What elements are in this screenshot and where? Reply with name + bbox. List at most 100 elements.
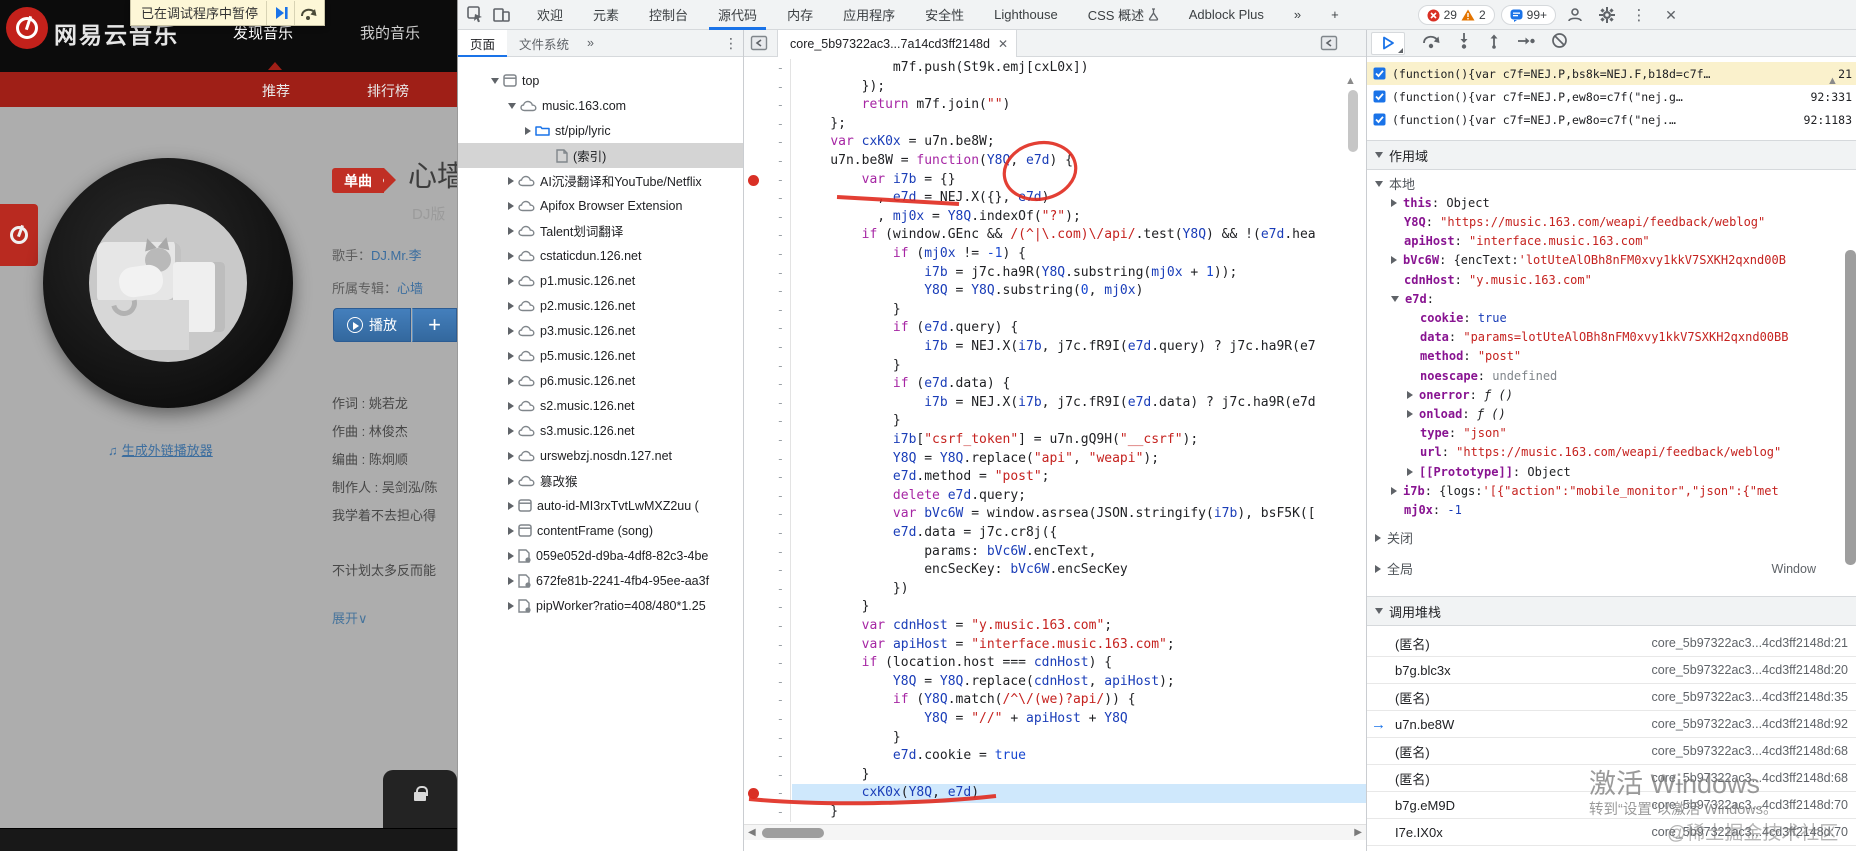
- step-into-button[interactable]: [1457, 32, 1471, 54]
- scope-var-onload[interactable]: onload: ƒ (): [1367, 404, 1842, 423]
- scope-var-this[interactable]: this: Object: [1367, 193, 1842, 212]
- resume-button[interactable]: [1371, 31, 1405, 55]
- player-bar[interactable]: [0, 828, 457, 851]
- line-gutter[interactable]: -: [744, 245, 791, 264]
- expander-closed-icon[interactable]: [508, 301, 514, 310]
- scope-var-url[interactable]: url: "https://music.163.com/weapi/feedba…: [1367, 443, 1842, 462]
- editor-scroll-up-icon[interactable]: ▲: [1345, 75, 1356, 87]
- line-gutter[interactable]: -: [744, 672, 791, 692]
- hide-debugger-sidebar-icon[interactable]: [1320, 34, 1338, 57]
- tree-item-s3.music.126.net[interactable]: s3.music.126.net: [458, 418, 743, 443]
- line-gutter[interactable]: -: [744, 561, 791, 580]
- breakpoint-entry[interactable]: (function(){var c7f=NEJ.P,bs8k=NEJ.F,b18…: [1367, 62, 1856, 85]
- devtools-tab-安全性[interactable]: 安全性: [910, 0, 979, 30]
- code-line[interactable]: - }: [744, 803, 1366, 822]
- scope-var-mj0x[interactable]: mj0x: -1: [1367, 500, 1842, 519]
- tree-item-Talent划词翻译[interactable]: Talent划词翻译: [458, 218, 743, 243]
- sidebar-scrollbar[interactable]: [1845, 250, 1856, 565]
- resume-script-button[interactable]: [266, 0, 294, 25]
- expander-closed-icon[interactable]: [508, 476, 514, 485]
- scroll-right-icon[interactable]: ▶: [1354, 827, 1362, 838]
- inspect-element-icon[interactable]: [462, 2, 488, 28]
- expander-closed-icon[interactable]: [508, 376, 514, 385]
- breakpoint-checkbox[interactable]: [1373, 67, 1386, 80]
- line-gutter[interactable]: -: [744, 412, 791, 431]
- devtools-tab-应用程序[interactable]: 应用程序: [828, 0, 910, 30]
- devtools-tab-内存[interactable]: 内存: [772, 0, 828, 30]
- line-gutter[interactable]: -: [744, 133, 791, 152]
- breakpoint-entry[interactable]: (function(){var c7f=NEJ.P,ew8o=c7f("nej.…: [1367, 108, 1856, 131]
- code-line[interactable]: - params: bVc6W.encText,: [744, 542, 1366, 562]
- code-line[interactable]: - i7b["csrf_token"] = u7n.gQ9H("__csrf")…: [744, 431, 1366, 450]
- line-gutter[interactable]: -: [744, 356, 791, 376]
- tree-item-篡改猴[interactable]: 篡改猴: [458, 468, 743, 493]
- code-line[interactable]: - Y8Q = Y8Q.replace(cdnHost, apiHost);: [744, 672, 1366, 692]
- breakpoint-dot-icon[interactable]: [748, 174, 759, 186]
- line-gutter[interactable]: -: [744, 59, 791, 78]
- devtools-tab-CSS 概述[interactable]: CSS 概述: [1073, 0, 1174, 30]
- artist-link[interactable]: DJ.Mr.李: [371, 248, 422, 263]
- line-gutter[interactable]: -: [744, 300, 791, 320]
- code-line[interactable]: - var cdnHost = "y.music.163.com";: [744, 617, 1366, 636]
- source-code-view[interactable]: - m7f.push(St9k.emj[cxL0x]) - }); - return…: [744, 57, 1366, 824]
- tree-item-contentFrame (song)[interactable]: contentFrame (song): [458, 518, 743, 543]
- expander-closed-icon[interactable]: [508, 551, 514, 560]
- issues-badge[interactable]: 99+: [1500, 5, 1556, 25]
- hscroll-thumb[interactable]: [762, 828, 824, 838]
- code-line[interactable]: - Y8Q = Y8Q.substring(0, mj0x): [744, 282, 1366, 301]
- netease-logo-icon[interactable]: [6, 7, 48, 49]
- line-gutter[interactable]: -: [744, 338, 791, 357]
- code-line[interactable]: - u7n.be8W = function(Y8Q, e7d) {: [744, 152, 1366, 171]
- tree-item-p2.music.126.net[interactable]: p2.music.126.net: [458, 293, 743, 318]
- line-gutter[interactable]: -: [744, 207, 791, 227]
- scope-var-i7b[interactable]: i7b: {logs: '[{"action":"mobile_monitor"…: [1367, 481, 1842, 500]
- code-line[interactable]: - }: [744, 765, 1366, 785]
- scope-var-cdnHost[interactable]: cdnHost: "y.music.163.com": [1367, 270, 1842, 289]
- sidebar-scroll-up-icon[interactable]: ▲: [1827, 75, 1838, 87]
- line-gutter[interactable]: -: [744, 226, 791, 245]
- code-line[interactable]: - , e7d = NEJ.X({}, e7d): [744, 189, 1366, 208]
- close-devtools-icon[interactable]: ✕: [1658, 2, 1684, 28]
- tree-item-059e052d-d9ba-4df8-82c3-4be[interactable]: 059e052d-d9ba-4df8-82c3-4be: [458, 543, 743, 568]
- expander-closed-icon[interactable]: [508, 226, 514, 235]
- code-line[interactable]: - delete e7d.query;: [744, 486, 1366, 506]
- tab-filesystem[interactable]: 文件系统: [507, 30, 581, 56]
- breakpoint-checkbox[interactable]: [1373, 113, 1386, 126]
- code-line[interactable]: - if (Y8Q.match(/^\/(we)?api/)) {: [744, 691, 1366, 710]
- expander-closed-icon[interactable]: [508, 426, 514, 435]
- code-line[interactable]: - if (e7d.query) {: [744, 319, 1366, 338]
- line-gutter[interactable]: -: [744, 263, 791, 283]
- expander-closed-icon[interactable]: [508, 326, 514, 335]
- scope-var-method[interactable]: method: "post": [1367, 347, 1842, 366]
- scope-var-[[Prototype]][interactable]: [[Prototype]]: Object: [1367, 462, 1842, 481]
- line-gutter[interactable]: -: [744, 282, 791, 301]
- add-to-playlist-button[interactable]: +: [412, 308, 457, 342]
- code-line[interactable]: - }: [744, 598, 1366, 617]
- expander-closed-icon[interactable]: [508, 351, 514, 360]
- code-line[interactable]: - }: [744, 300, 1366, 320]
- tab-page[interactable]: 页面: [458, 30, 508, 57]
- nav-my-music[interactable]: 我的音乐: [360, 22, 420, 43]
- scope-group-关闭[interactable]: 关闭: [1367, 526, 1842, 550]
- scope-section-header[interactable]: 作用域: [1367, 140, 1856, 170]
- expander-closed-icon[interactable]: [508, 576, 514, 585]
- callstack-section-header[interactable]: 调用堆栈: [1367, 596, 1856, 626]
- expand-link[interactable]: 展开∨: [332, 608, 368, 627]
- code-line[interactable]: - i7b = NEJ.X(i7b, j7c.fR9I(e7d.data) ? …: [744, 393, 1366, 413]
- tree-item-s2.music.126.net[interactable]: s2.music.126.net: [458, 393, 743, 418]
- expander-closed-icon[interactable]: [508, 251, 514, 260]
- code-line[interactable]: - Y8Q = "//" + apiHost + Y8Q: [744, 710, 1366, 729]
- scope-var-type[interactable]: type: "json": [1367, 424, 1842, 443]
- code-line[interactable]: - }): [744, 579, 1366, 599]
- line-gutter[interactable]: -: [744, 635, 791, 655]
- step-out-button[interactable]: [1487, 32, 1501, 54]
- devtools-tab-元素[interactable]: 元素: [578, 0, 634, 30]
- editor-vertical-scrollbar[interactable]: [1348, 90, 1358, 152]
- expander-open-icon[interactable]: [491, 77, 499, 84]
- profile-icon[interactable]: [1562, 2, 1588, 28]
- scroll-left-icon[interactable]: ◀: [748, 827, 756, 838]
- more-panels-chevron-icon[interactable]: »: [1279, 0, 1316, 30]
- line-gutter[interactable]: -: [744, 598, 791, 617]
- play-button[interactable]: 播放: [333, 308, 411, 342]
- stack-frame-(匿名)[interactable]: (匿名) core_5b97322ac3...4cd3ff2148d:21: [1367, 630, 1856, 657]
